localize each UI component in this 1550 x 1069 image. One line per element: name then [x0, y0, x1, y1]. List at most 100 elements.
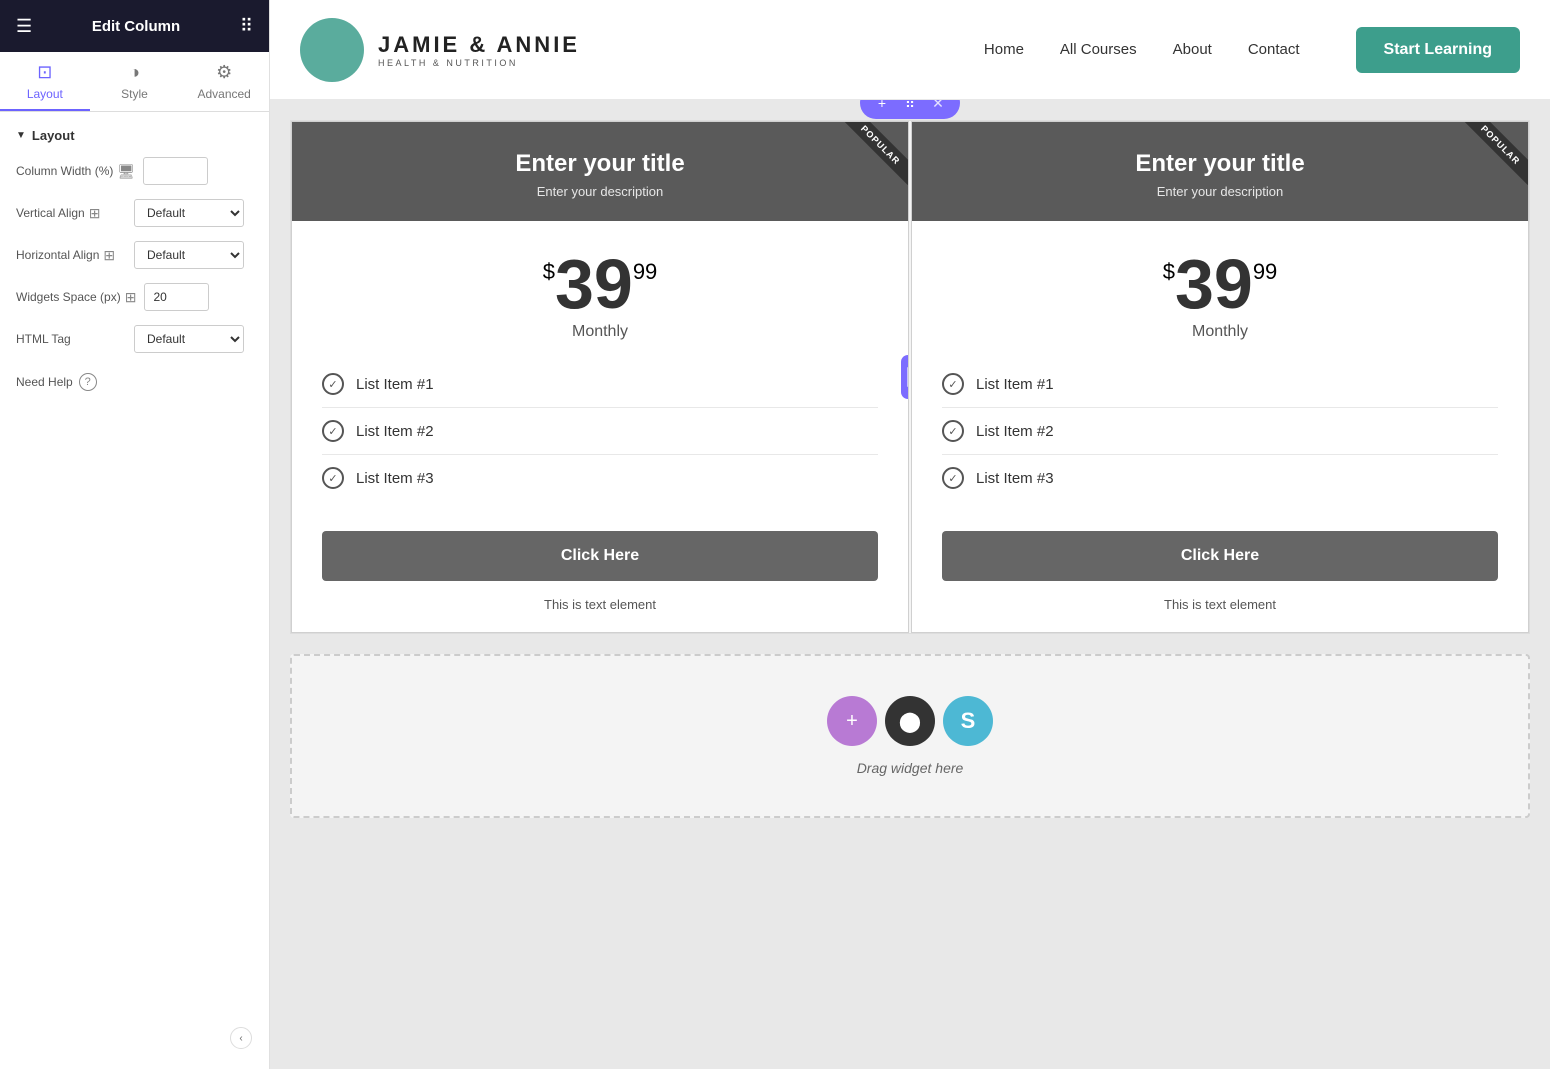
- column-toolbar: + ⠿ ✕: [860, 100, 960, 119]
- widget-circle-button[interactable]: ⬤: [885, 696, 935, 746]
- pricing-col2-title: Enter your title: [932, 150, 1508, 178]
- html-tag-row: HTML Tag Default: [16, 325, 253, 353]
- pricing-col1-price: $3999 Monthly: [292, 221, 908, 351]
- horizontal-align-label: Horizontal Align ⊞: [16, 247, 126, 264]
- pricing-col1-note: This is text element: [292, 597, 908, 632]
- check-icon-6: ✓: [942, 467, 964, 489]
- widget-s-button[interactable]: S: [943, 696, 993, 746]
- pricing-col-2[interactable]: Enter your title Enter your description …: [911, 121, 1529, 633]
- tab-advanced[interactable]: ⚙ Advanced: [179, 52, 269, 111]
- arrow-icon: ▼: [16, 130, 26, 141]
- list-item-label: List Item #2: [356, 423, 434, 440]
- widgets-space-input[interactable]: [144, 283, 209, 311]
- price-cents-1: 99: [633, 259, 657, 285]
- vertical-align-select[interactable]: Default: [134, 199, 244, 227]
- pricing-col1-desc: Enter your description: [312, 184, 888, 199]
- check-icon-2: ✓: [322, 420, 344, 442]
- list-item-label: List Item #2: [976, 423, 1054, 440]
- col-resize-handle[interactable]: [901, 355, 909, 399]
- vertical-align-label: Vertical Align ⊞: [16, 205, 126, 222]
- need-help-link[interactable]: Need Help ?: [16, 373, 253, 391]
- list-item: ✓ List Item #2: [942, 408, 1498, 455]
- drag-icons: + ⬤ S: [827, 696, 993, 746]
- column-width-input[interactable]: [143, 157, 208, 185]
- pricing-col1-title: Enter your title: [312, 150, 888, 178]
- logo-sub: HEALTH & NUTRITION: [378, 58, 580, 68]
- list-item: ✓ List Item #1: [322, 361, 878, 408]
- nav-all-courses[interactable]: All Courses: [1060, 41, 1137, 58]
- list-item: ✓ List Item #3: [322, 455, 878, 501]
- logo-brand: JAMIE & ANNIE: [378, 32, 580, 58]
- close-col-button[interactable]: ✕: [926, 100, 950, 115]
- pricing-col2-list: ✓ List Item #1 ✓ List Item #2 ✓ List Ite…: [912, 351, 1528, 521]
- drag-widget-text: Drag widget here: [857, 760, 964, 776]
- nav-contact[interactable]: Contact: [1248, 41, 1300, 58]
- logo-text: JAMIE & ANNIE HEALTH & NUTRITION: [378, 32, 580, 68]
- list-item: ✓ List Item #1: [942, 361, 1498, 408]
- pricing-col2-note: This is text element: [912, 597, 1528, 632]
- price-period-1: Monthly: [312, 323, 888, 341]
- list-item-label: List Item #1: [356, 376, 434, 393]
- price-amount-2: 39: [1175, 245, 1253, 323]
- tab-style[interactable]: ◑ Style: [90, 52, 180, 111]
- pricing-col2-desc: Enter your description: [932, 184, 1508, 199]
- grid-icon[interactable]: ⠿: [240, 16, 253, 37]
- collapse-panel-button[interactable]: ‹: [230, 1027, 252, 1049]
- pricing-col1-btn[interactable]: Click Here: [322, 531, 878, 581]
- pricing-col2-btn[interactable]: Click Here: [942, 531, 1498, 581]
- move-col-button[interactable]: ⠿: [898, 100, 922, 115]
- nav-links: Home All Courses About Contact Start Lea…: [984, 27, 1520, 73]
- price-currency-1: $: [543, 259, 555, 285]
- pricing-section: + ⠿ ✕ Enter your title Enter your descri…: [290, 120, 1530, 634]
- start-learning-button[interactable]: Start Learning: [1356, 27, 1520, 73]
- panel-content: ▼ Layout Column Width (%) 🖥 Vertical Ali…: [0, 112, 269, 1027]
- widgets-space-icon: ⊞: [125, 289, 137, 306]
- popular-badge-1: [832, 121, 909, 198]
- tab-layout[interactable]: ⊡ Layout: [0, 52, 90, 111]
- vertical-align-row: Vertical Align ⊞ Default: [16, 199, 253, 227]
- page-content: + ⠿ ✕ Enter your title Enter your descri…: [270, 100, 1550, 1069]
- list-item: ✓ List Item #2: [322, 408, 878, 455]
- advanced-icon: ⚙: [216, 62, 232, 83]
- layout-section-title: ▼ Layout: [16, 128, 253, 143]
- horizontal-align-row: Horizontal Align ⊞ Default: [16, 241, 253, 269]
- drag-widget-section: + ⬤ S Drag widget here: [290, 654, 1530, 818]
- html-tag-label: HTML Tag: [16, 332, 126, 346]
- price-currency-2: $: [1163, 259, 1175, 285]
- column-width-label: Column Width (%) 🖥: [16, 163, 135, 180]
- pricing-col1-header: Enter your title Enter your description: [292, 122, 908, 221]
- logo-area: JAMIE & ANNIE HEALTH & NUTRITION: [300, 18, 580, 82]
- html-tag-select[interactable]: Default: [134, 325, 244, 353]
- check-icon-4: ✓: [942, 373, 964, 395]
- check-icon-3: ✓: [322, 467, 344, 489]
- column-width-row: Column Width (%) 🖥: [16, 157, 253, 185]
- widgets-space-row: Widgets Space (px) ⊞: [16, 283, 253, 311]
- add-col-button[interactable]: +: [870, 100, 894, 115]
- nav-home[interactable]: Home: [984, 41, 1024, 58]
- layout-icon: ⊡: [37, 62, 52, 83]
- nav-about[interactable]: About: [1173, 41, 1212, 58]
- price-cents-2: 99: [1253, 259, 1277, 285]
- main-area: JAMIE & ANNIE HEALTH & NUTRITION Home Al…: [270, 0, 1550, 1069]
- pricing-col1-list: ✓ List Item #1 ✓ List Item #2 ✓ List Ite…: [292, 351, 908, 521]
- pricing-col2-price: $3999 Monthly: [912, 221, 1528, 351]
- horizontal-align-select[interactable]: Default: [134, 241, 244, 269]
- check-icon-5: ✓: [942, 420, 964, 442]
- logo-circle: [300, 18, 364, 82]
- add-widget-button[interactable]: +: [827, 696, 877, 746]
- list-item-label: List Item #3: [976, 470, 1054, 487]
- price-amount-1: 39: [555, 245, 633, 323]
- help-icon: ?: [79, 373, 97, 391]
- widgets-space-label: Widgets Space (px) ⊞: [16, 289, 136, 306]
- list-item-label: List Item #3: [356, 470, 434, 487]
- vertical-align-icon: ⊞: [89, 205, 101, 222]
- style-icon: ◑: [129, 62, 140, 83]
- navbar: JAMIE & ANNIE HEALTH & NUTRITION Home Al…: [270, 0, 1550, 100]
- panel-tabs: ⊡ Layout ◑ Style ⚙ Advanced: [0, 52, 269, 112]
- panel-header: ☰ Edit Column ⠿: [0, 0, 269, 52]
- panel-title: Edit Column: [92, 18, 180, 35]
- pricing-col-1[interactable]: Enter your title Enter your description …: [291, 121, 909, 633]
- monitor-icon: 🖥: [117, 163, 135, 180]
- hamburger-icon[interactable]: ☰: [16, 16, 32, 37]
- check-icon-1: ✓: [322, 373, 344, 395]
